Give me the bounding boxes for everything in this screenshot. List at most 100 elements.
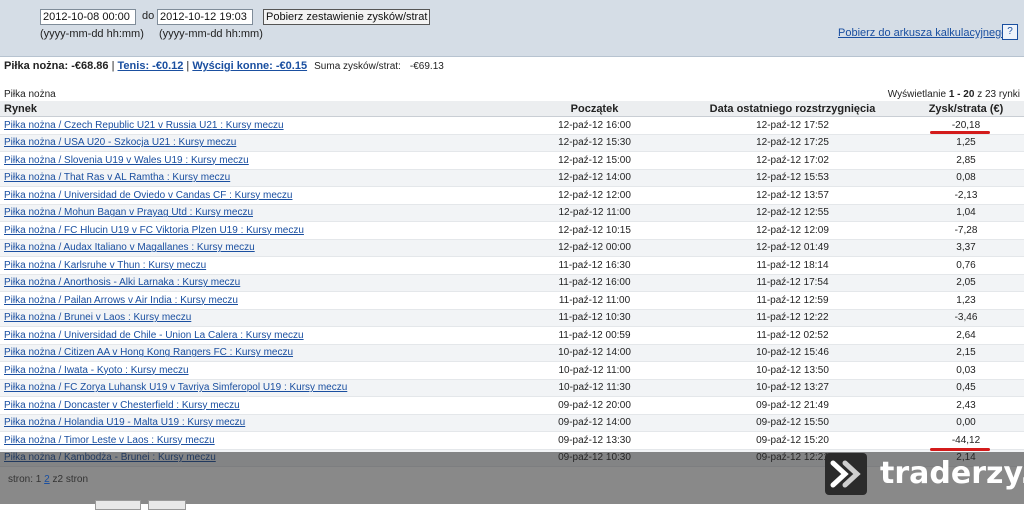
date-from-format-hint: (yyyy-mm-dd hh:mm)	[40, 28, 144, 40]
help-icon[interactable]: ?	[1002, 24, 1018, 40]
profit-loss-value: 0,76	[904, 256, 1024, 275]
market-link[interactable]: Piłka nożna / That Ras v AL Ramtha : Kur…	[0, 169, 508, 187]
date-to-format-hint: (yyyy-mm-dd hh:mm)	[159, 28, 263, 40]
settled-time: 12-paź-12 01:49	[681, 239, 904, 257]
pager-suffix: z2 stron	[52, 474, 89, 485]
profit-loss-value: -7,28	[904, 221, 1024, 240]
market-link[interactable]: Piłka nożna / Mohun Bagan v Prayag Utd :…	[0, 204, 508, 222]
profit-loss-value: 3,37	[904, 239, 1024, 257]
table-row: Piłka nożna / Mohun Bagan v Prayag Utd :…	[0, 204, 1024, 222]
profit-loss-value: 2,05	[904, 274, 1024, 292]
col-header-settled[interactable]: Data ostatniego rozstrzygnięcia	[681, 101, 904, 117]
hidden-button	[148, 500, 186, 510]
table-row: Piłka nożna / Audax Italiano v Magallane…	[0, 239, 1024, 257]
profit-loss-value: 0,03	[904, 361, 1024, 380]
table-row: Piłka nożna / Citizen AA v Hong Kong Ran…	[0, 344, 1024, 362]
table-row: Piłka nożna / Czech Republic U21 v Russi…	[0, 116, 1024, 135]
settled-time: 09-paź-12 21:49	[681, 396, 904, 415]
market-link[interactable]: Piłka nożna / FC Zorya Luhansk U19 v Tav…	[0, 379, 508, 397]
profit-loss-value: 0,00	[904, 414, 1024, 432]
pager-label: stron:	[8, 474, 34, 485]
market-link[interactable]: Piłka nożna / Audax Italiano v Magallane…	[0, 239, 508, 257]
download-spreadsheet-link[interactable]: Pobierz do arkusza kalkulacyjnego	[838, 27, 1007, 39]
col-header-market[interactable]: Rynek	[0, 101, 508, 117]
settled-time: 12-paź-12 17:02	[681, 151, 904, 170]
start-time: 11-paź-12 11:00	[508, 291, 681, 310]
start-time: 12-paź-12 12:00	[508, 186, 681, 205]
market-link[interactable]: Piłka nożna / USA U20 - Szkocja U21 : Ku…	[0, 134, 508, 152]
start-time: 12-paź-12 15:30	[508, 134, 681, 152]
start-time: 12-paź-12 10:15	[508, 221, 681, 240]
market-link[interactable]: Piłka nożna / Universidad de Oviedo v Ca…	[0, 186, 508, 205]
col-header-profit-loss[interactable]: Zysk/strata (€)	[904, 101, 1024, 117]
market-link[interactable]: Piłka nożna / Holandia U19 - Malta U19 :…	[0, 414, 508, 432]
settled-time: 11-paź-12 02:52	[681, 326, 904, 345]
paging-suffix: z 23 rynki	[974, 89, 1020, 100]
table-row: Piłka nożna / Karlsruhe v Thun : Kursy m…	[0, 256, 1024, 275]
table-row: Piłka nożna / That Ras v AL Ramtha : Kur…	[0, 169, 1024, 187]
traderzy-logo-icon	[825, 453, 867, 495]
start-time: 10-paź-12 11:30	[508, 379, 681, 397]
table-row: Piłka nożna / Universidad de Oviedo v Ca…	[0, 186, 1024, 205]
table-row: Piłka nożna / Doncaster v Chesterfield :…	[0, 396, 1024, 415]
settled-time: 12-paź-12 15:53	[681, 169, 904, 187]
profit-loss-value: 0,08	[904, 169, 1024, 187]
date-from-input[interactable]: 2012-10-08 00:00	[40, 9, 136, 25]
market-link[interactable]: Piłka nożna / Anorthosis - Alki Larnaka …	[0, 274, 508, 292]
settled-time: 11-paź-12 18:14	[681, 256, 904, 275]
market-link[interactable]: Piłka nożna / Universidad de Chile - Uni…	[0, 326, 508, 345]
profit-loss-value: 2,43	[904, 396, 1024, 415]
settled-time: 10-paź-12 15:46	[681, 344, 904, 362]
settled-time: 12-paź-12 12:55	[681, 204, 904, 222]
date-to-input[interactable]: 2012-10-12 19:03	[157, 9, 253, 25]
table-row: Piłka nożna / Slovenia U19 v Wales U19 :…	[0, 151, 1024, 170]
market-link[interactable]: Piłka nożna / Timor Leste v Laos : Kursy…	[0, 431, 508, 450]
section-title: Piłka nożna	[4, 89, 56, 100]
profit-loss-value: 0,45	[904, 379, 1024, 397]
pager-page-2[interactable]: 2	[44, 474, 50, 485]
table-row: Piłka nożna / Iwata - Kyoto : Kursy mecz…	[0, 361, 1024, 380]
profit-loss-summary: Piłka nożna: -€68.86 | Tenis: -€0.12 | W…	[4, 60, 444, 72]
separator: |	[108, 60, 118, 72]
hidden-button	[95, 500, 141, 510]
settled-time: 10-paź-12 13:27	[681, 379, 904, 397]
market-link[interactable]: Piłka nożna / Pailan Arrows v Air India …	[0, 291, 508, 310]
market-link[interactable]: Piłka nożna / FC Hlucin U19 v FC Viktori…	[0, 221, 508, 240]
start-time: 12-paź-12 14:00	[508, 169, 681, 187]
start-time: 11-paź-12 10:30	[508, 309, 681, 327]
get-report-button[interactable]: Pobierz zestawienie zysków/strat	[263, 9, 431, 25]
pagination: stron: 1 2 z2 stron	[8, 474, 88, 485]
total-value: -€69.13	[409, 61, 444, 72]
market-link[interactable]: Piłka nożna / Iwata - Kyoto : Kursy mecz…	[0, 361, 508, 380]
table-row: Piłka nożna / FC Hlucin U19 v FC Viktori…	[0, 221, 1024, 240]
horse-racing-link[interactable]: Wyścigi konne: -€0.15	[192, 60, 307, 72]
col-header-start[interactable]: Początek	[508, 101, 681, 117]
start-time: 12-paź-12 16:00	[508, 116, 681, 135]
market-link[interactable]: Piłka nożna / Slovenia U19 v Wales U19 :…	[0, 151, 508, 170]
filter-bar: 2012-10-08 00:00 do 2012-10-12 19:03 Pob…	[0, 0, 1024, 57]
paging-prefix: Wyświetlanie	[887, 89, 949, 100]
pager-page-1: 1	[35, 474, 42, 485]
table-row: Piłka nożna / USA U20 - Szkocja U21 : Ku…	[0, 134, 1024, 152]
market-link[interactable]: Piłka nożna / Czech Republic U21 v Russi…	[0, 116, 508, 135]
settled-time: 09-paź-12 15:20	[681, 431, 904, 450]
tennis-link[interactable]: Tenis: -€0.12	[118, 60, 184, 72]
profit-loss-value: 1,25	[904, 134, 1024, 152]
total-label: Suma zysków/strat:	[314, 61, 401, 72]
start-time: 12-paź-12 11:00	[508, 204, 681, 222]
start-time: 11-paź-12 16:30	[508, 256, 681, 275]
profit-loss-value: 2,85	[904, 151, 1024, 170]
settled-time: 10-paź-12 13:50	[681, 361, 904, 380]
market-link[interactable]: Piłka nożna / Karlsruhe v Thun : Kursy m…	[0, 256, 508, 275]
start-time: 11-paź-12 16:00	[508, 274, 681, 292]
settled-time: 09-paź-12 15:50	[681, 414, 904, 432]
profit-loss-value: 1,04	[904, 204, 1024, 222]
highlight-mark	[930, 131, 990, 134]
table-row: Piłka nożna / Pailan Arrows v Air India …	[0, 291, 1024, 310]
market-link[interactable]: Piłka nożna / Brunei v Laos : Kursy mecz…	[0, 309, 508, 327]
start-time: 12-paź-12 00:00	[508, 239, 681, 257]
profit-loss-value: -2,13	[904, 186, 1024, 205]
profit-loss-value: -3,46	[904, 309, 1024, 327]
market-link[interactable]: Piłka nożna / Doncaster v Chesterfield :…	[0, 396, 508, 415]
market-link[interactable]: Piłka nożna / Citizen AA v Hong Kong Ran…	[0, 344, 508, 362]
